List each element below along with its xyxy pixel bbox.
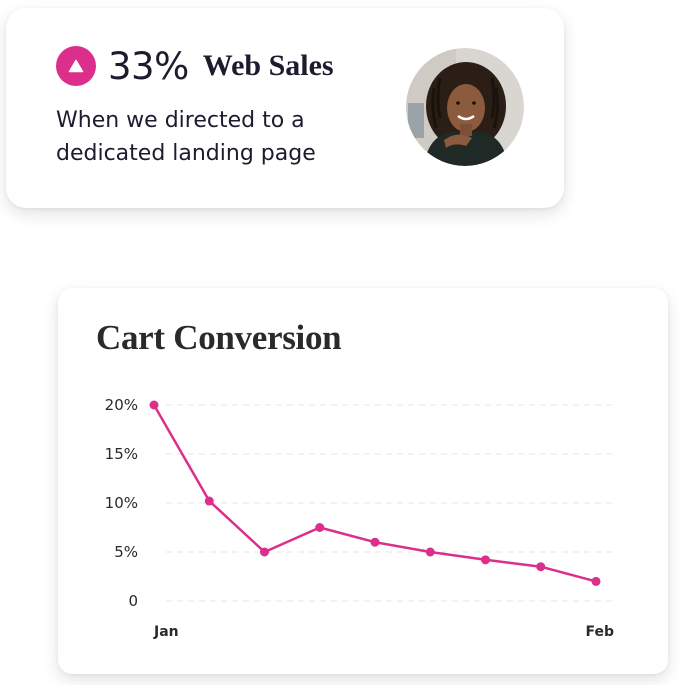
y-tick-label: 15% <box>105 445 138 463</box>
stat-label: Web Sales <box>202 49 334 82</box>
stat-value: 33% <box>108 44 189 88</box>
y-tick-label: 5% <box>114 543 138 561</box>
data-point <box>591 576 601 586</box>
y-tick-label: 10% <box>105 494 138 512</box>
data-point <box>481 555 490 565</box>
data-point <box>370 537 380 547</box>
data-point <box>425 547 435 557</box>
x-tick-label: Feb <box>585 624 614 640</box>
web-sales-card: 33% Web Sales When we directed to a dedi… <box>6 8 564 208</box>
data-point <box>149 400 159 410</box>
stat-description: When we directed to a dedicated landing … <box>56 108 316 166</box>
data-point <box>536 562 546 572</box>
data-point <box>204 496 214 506</box>
series-line <box>152 403 598 583</box>
y-tick-label: 0 <box>128 592 138 610</box>
data-point <box>315 523 325 532</box>
stat-row: 33% Web Sales <box>56 46 334 86</box>
line-chart: 0 5% 10% 15% 20% Jan Feb <box>105 396 614 640</box>
data-point <box>260 547 269 557</box>
triangle-up-icon <box>56 46 96 86</box>
x-tick-label: Jan <box>153 624 179 640</box>
cart-conversion-card: Cart Conversion 0 5% 10% 15% 20% Jan Feb <box>58 288 668 674</box>
y-tick-label: 20% <box>105 396 138 414</box>
person-avatar-icon <box>406 48 524 166</box>
